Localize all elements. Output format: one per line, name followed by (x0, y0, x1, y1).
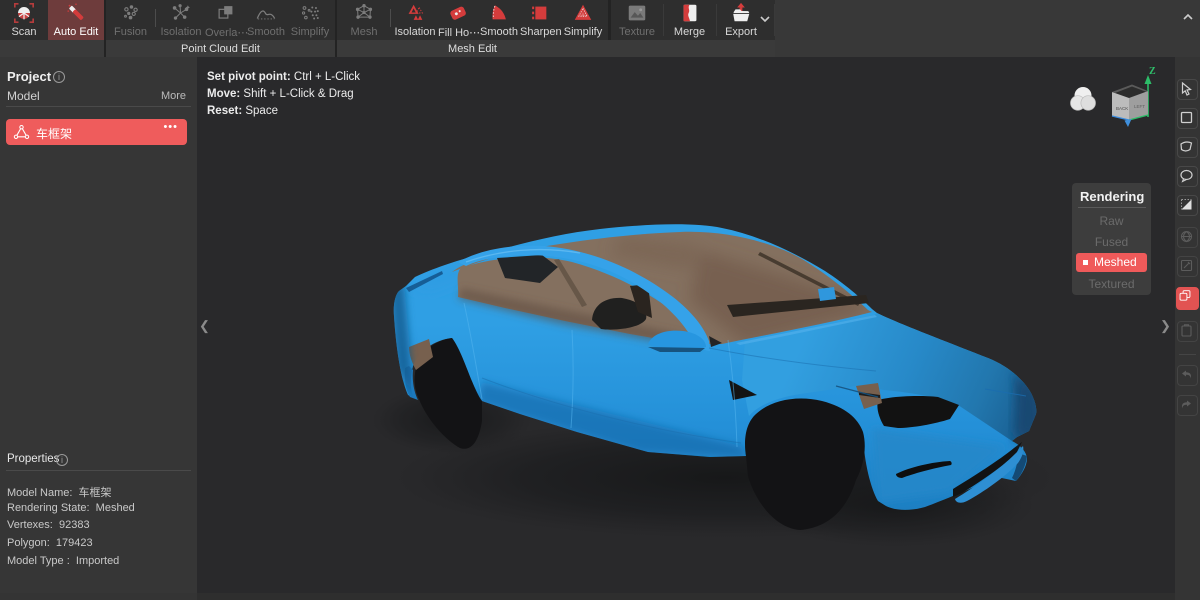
svg-text:Z: Z (1149, 66, 1156, 77)
svg-text:LEFT: LEFT (1134, 104, 1145, 109)
svg-text:BACK: BACK (1116, 106, 1128, 111)
